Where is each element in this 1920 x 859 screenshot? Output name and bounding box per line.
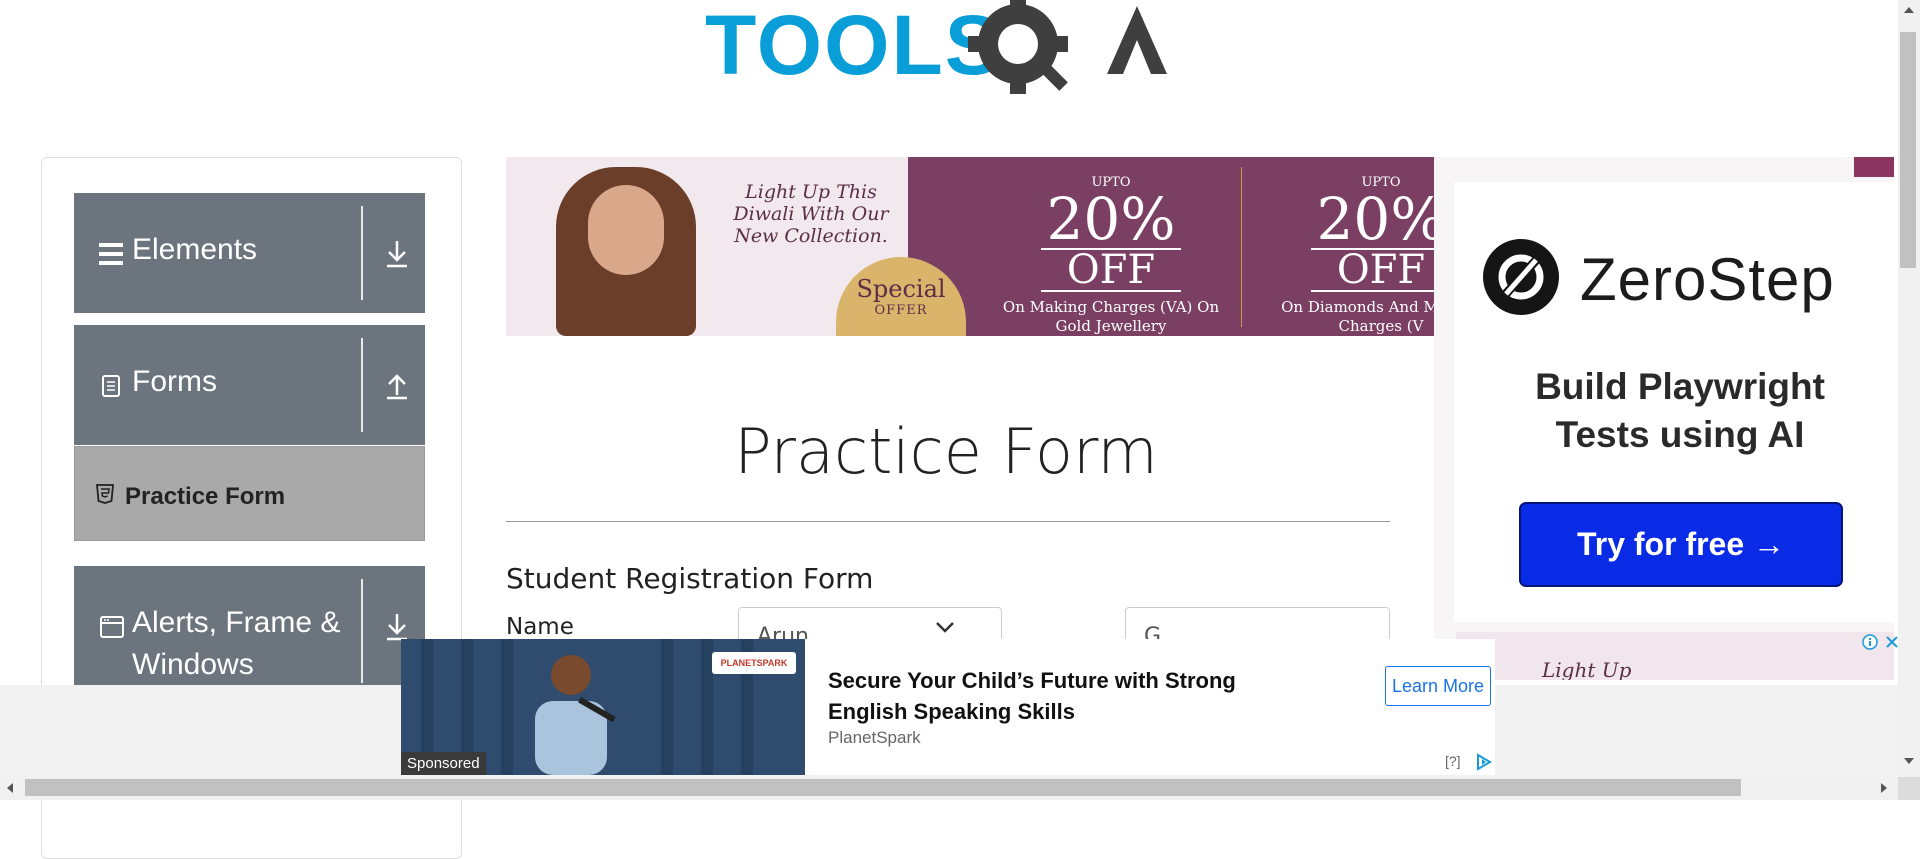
ad-advertiser: PlanetSpark	[828, 728, 921, 747]
divider	[361, 338, 363, 432]
offer-percent: 20%	[1316, 185, 1434, 253]
learn-more-button[interactable]: Learn More	[1385, 666, 1491, 706]
sidebar-group-label: Forms	[132, 365, 217, 398]
html5-icon	[96, 484, 114, 504]
ad-headline[interactable]: Secure Your Child’s Future with Strong E…	[828, 665, 1308, 727]
horizontal-scroll-thumb[interactable]	[25, 779, 1741, 796]
offer-block: UPTO 20% OFF On Diamonds And Making Char…	[1266, 175, 1434, 336]
scroll-left-arrow-icon[interactable]	[6, 782, 14, 794]
sidebar-group-forms[interactable]: Forms	[74, 325, 425, 445]
banner-ad[interactable]: Light Up This Diwali With Our New Collec…	[506, 157, 1434, 336]
download-arrow-icon[interactable]	[384, 239, 410, 269]
window-icon	[100, 616, 124, 638]
ad-strip-bottom: Light Up	[1456, 632, 1894, 680]
planetspark-badge: PLANETSPARK	[712, 652, 796, 674]
scroll-right-arrow-icon[interactable]	[1880, 782, 1888, 794]
sidebar-group-label: Alerts, Frame &	[132, 606, 341, 639]
vertical-scroll-thumb[interactable]	[1900, 32, 1916, 268]
name-label: Name	[506, 614, 574, 640]
sidebar-item-label: Practice Form	[125, 483, 286, 510]
special-offer-badge: Special OFFER	[836, 257, 966, 336]
offer-desc: On Making Charges (VA) On Gold Jewellery	[1002, 298, 1220, 335]
offer-desc: On Diamonds And Making Charges (V	[1281, 298, 1434, 335]
scroll-corner	[1898, 777, 1920, 800]
divider	[361, 579, 363, 683]
divider	[506, 521, 1390, 522]
offer-block: UPTO 20% OFF On Making Charges (VA) On G…	[996, 175, 1226, 336]
sidebar-group-elements[interactable]: Elements	[74, 193, 425, 313]
ad-help-link[interactable]: [?]	[1445, 753, 1461, 769]
offer-percent: 20%	[1046, 185, 1176, 253]
info-icon[interactable]	[1862, 634, 1878, 650]
scroll-down-arrow-icon[interactable]	[1903, 757, 1915, 765]
svg-text:TOOLS: TOOLS	[705, 0, 1003, 92]
document-icon	[102, 375, 120, 397]
zerostep-tagline: Build Playwright Tests using AI	[1535, 366, 1825, 455]
adchoices-icon[interactable]	[1475, 753, 1493, 771]
toolsqa-logo[interactable]: TOOLS	[705, 0, 1195, 108]
special-label: Special	[856, 275, 946, 303]
model-image	[556, 167, 696, 336]
offer-off: OFF	[1041, 248, 1181, 292]
hamburger-icon	[99, 243, 123, 265]
banner-tagline: Light Up This Diwali With Our New Collec…	[733, 181, 889, 247]
download-arrow-icon[interactable]	[384, 612, 410, 642]
ad-strip	[1854, 157, 1894, 177]
offer-label: OFFER	[874, 303, 928, 318]
form-title: Student Registration Form	[506, 562, 874, 595]
sidebar-group-label-line2: Windows	[132, 648, 254, 681]
chevron-down-icon[interactable]	[935, 620, 955, 634]
divider	[1241, 167, 1242, 327]
sponsored-label: Sponsored	[401, 752, 486, 775]
offer-off: OFF	[1311, 248, 1434, 292]
student-image	[535, 655, 616, 775]
ad-strip-text: Light Up	[1542, 658, 1632, 680]
sidebar-group-alerts-frame-windows[interactable]: Alerts, Frame & Windows	[74, 566, 425, 696]
ad-photo: PLANETSPARK Sponsored	[401, 639, 805, 775]
divider	[361, 206, 363, 300]
scroll-up-arrow-icon[interactable]	[1903, 6, 1915, 14]
bottom-sticky-ad[interactable]: PLANETSPARK Sponsored Secure Your Child’…	[401, 639, 1495, 775]
sidebar-item-practice-form[interactable]: Practice Form	[74, 446, 425, 541]
page-title: Practice Form	[734, 415, 1158, 488]
zerostep-brand: ZeroStep	[1580, 246, 1835, 313]
zerostep-logo-icon	[1483, 239, 1559, 315]
try-for-free-button[interactable]: Try for free →	[1519, 502, 1843, 587]
sidebar-group-label: Elements	[132, 233, 258, 266]
upload-arrow-icon[interactable]	[384, 371, 410, 401]
